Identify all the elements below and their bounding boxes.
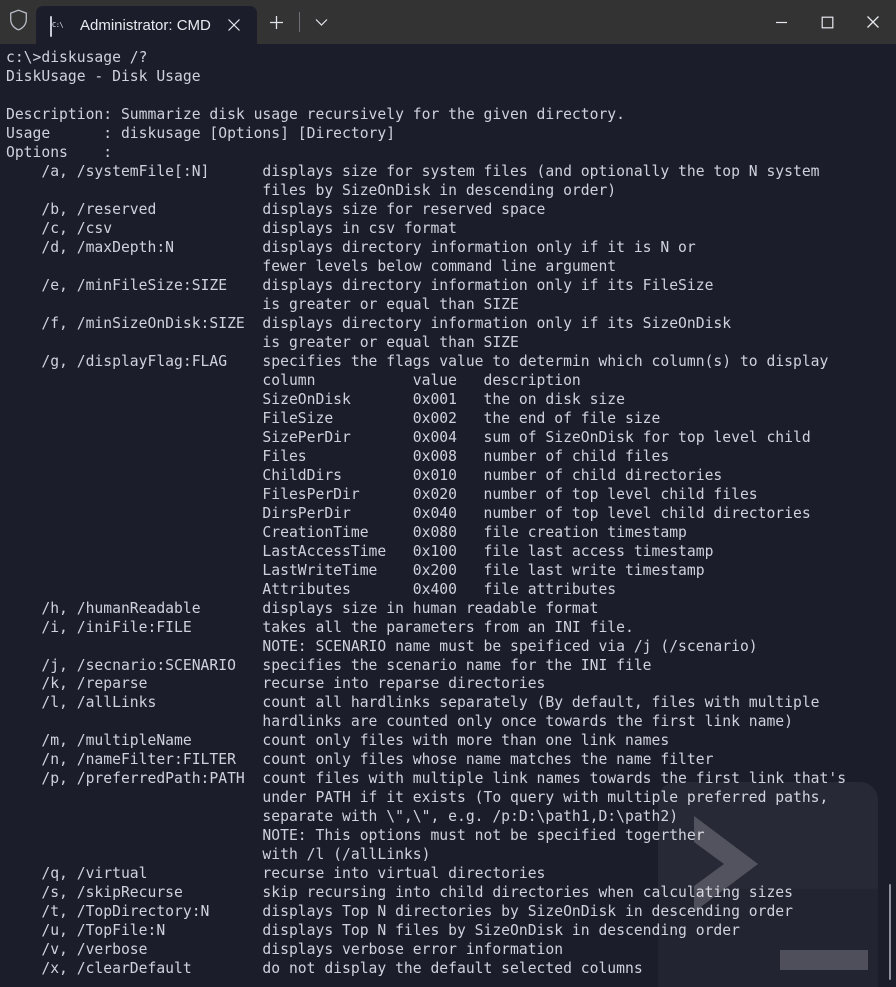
tab-administrator-cmd[interactable]: C:\ Administrator: CMD (36, 6, 257, 44)
minimize-icon (775, 21, 787, 23)
terminal-scrollbar[interactable] (887, 44, 893, 987)
tab-dropdown-button[interactable] (302, 5, 342, 39)
terminal-viewport[interactable]: c:\>diskusage /? DiskUsage - Disk Usage … (0, 44, 896, 987)
maximize-button[interactable] (804, 0, 850, 44)
close-window-button[interactable] (850, 0, 896, 44)
tab-close-button[interactable] (211, 6, 257, 44)
close-icon (867, 16, 879, 28)
shield-icon (9, 9, 28, 35)
plus-icon (270, 15, 284, 29)
terminal-output: c:\>diskusage /? DiskUsage - Disk Usage … (6, 49, 847, 978)
scrollbar-thumb[interactable] (889, 884, 891, 980)
tab-title: Administrator: CMD (80, 16, 211, 34)
titlebar-drag-region (342, 0, 758, 44)
tab-strip: C:\ Administrator: CMD (36, 0, 257, 44)
minimize-button[interactable] (758, 0, 804, 44)
title-bar: C:\ Administrator: CMD (0, 0, 896, 44)
close-icon (227, 19, 240, 31)
window-controls (758, 0, 896, 44)
maximize-icon (821, 16, 833, 28)
cmd-icon: C:\ (50, 16, 68, 37)
toolbar-separator (298, 12, 300, 32)
chevron-down-icon (315, 18, 328, 26)
cmd-icon-label: C:\ (52, 21, 64, 29)
new-tab-button[interactable] (257, 5, 297, 39)
new-tab-group (257, 0, 342, 44)
admin-shield-slot (0, 0, 36, 44)
